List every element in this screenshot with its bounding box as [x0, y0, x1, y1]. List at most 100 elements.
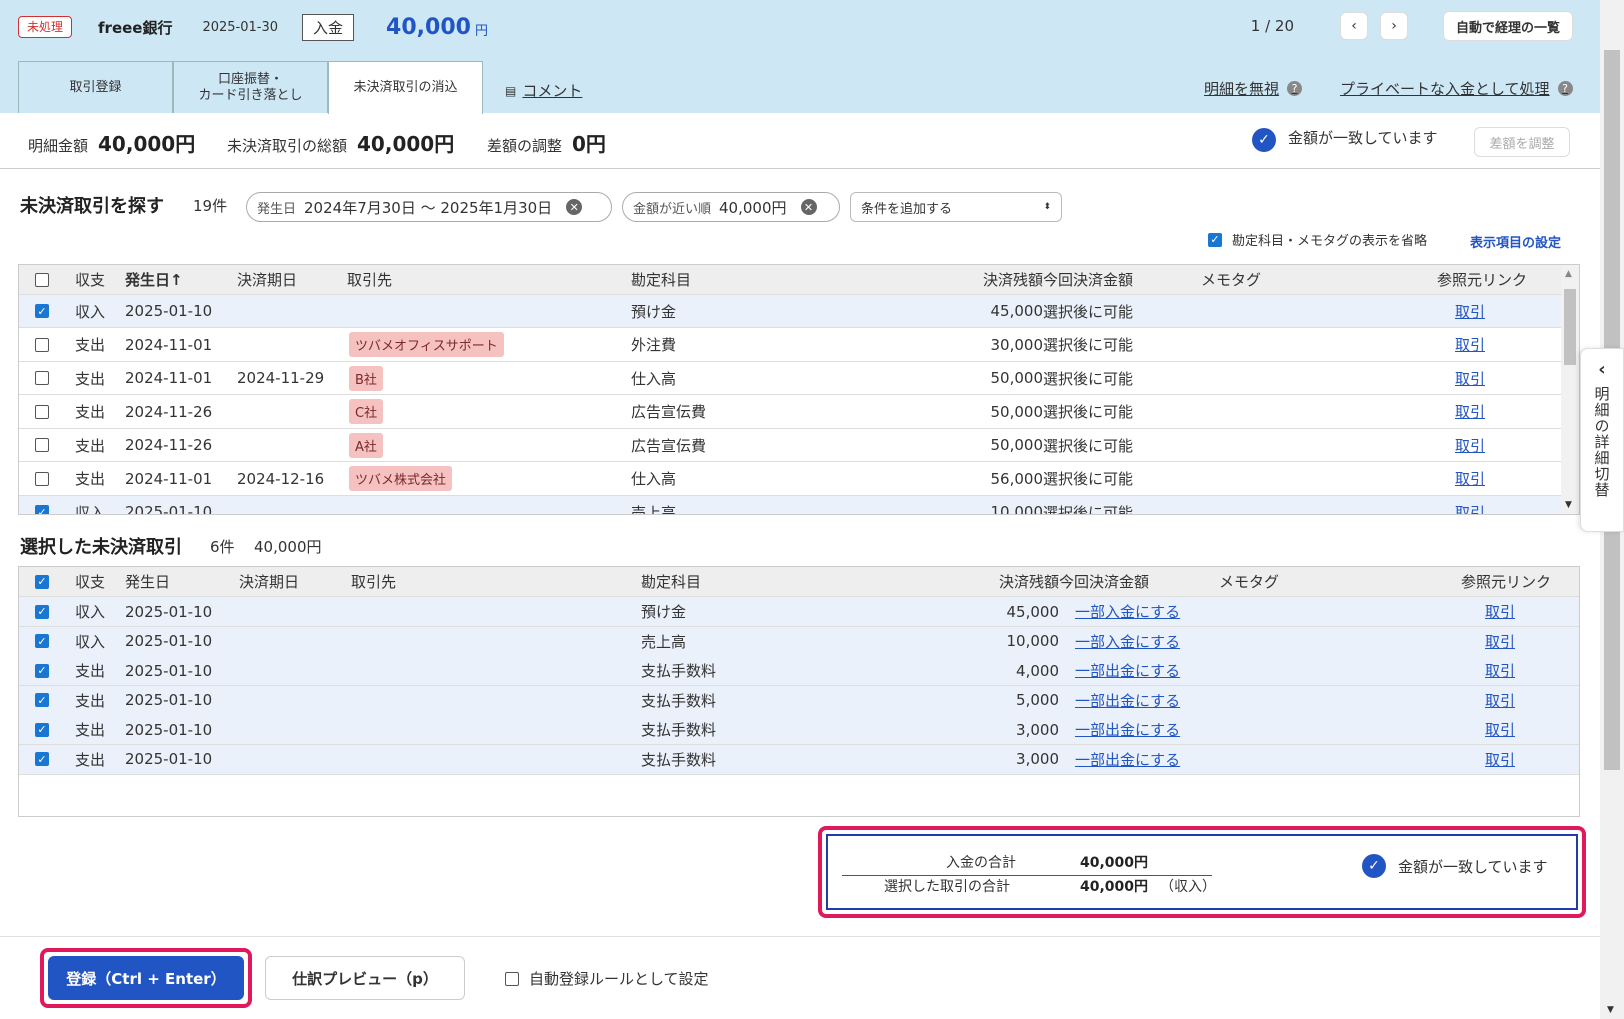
reference-link[interactable]: 取引 — [1485, 749, 1515, 770]
reference-link[interactable]: 取引 — [1455, 368, 1485, 389]
add-condition-select[interactable]: 条件を追加する ⬍ — [850, 192, 1062, 222]
journal-preview-button[interactable]: 仕訳プレビュー（p） — [265, 956, 465, 1000]
checkbox-checked[interactable]: ✓ — [1208, 232, 1222, 247]
checkbox-checked[interactable]: ✓ — [35, 663, 49, 678]
row-checkbox[interactable]: ✓ — [35, 715, 49, 744]
close-icon[interactable]: ✕ — [566, 199, 583, 215]
reference-link[interactable]: 取引 — [1455, 468, 1485, 489]
table-row[interactable]: ✓ 支出 2025-01-10 支払手数料 3,000 一部出金にする 取引 — [19, 715, 1579, 745]
partial-payment-link[interactable]: 一部入金にする — [1075, 631, 1180, 652]
checkbox-checked[interactable]: ✓ — [35, 693, 49, 707]
reference-link[interactable]: 取引 — [1485, 601, 1515, 622]
row-account: 支払手数料 — [641, 662, 717, 680]
table-row[interactable]: 支出 2024-11-01 2024-12-16 ツバメ株式会社 仕入高 56,000 選択… — [19, 463, 1563, 496]
auto-list-button[interactable]: 自動で経理の一覧 — [1442, 11, 1573, 41]
private-link[interactable]: プライベートな入金として処理 ? — [1340, 78, 1573, 99]
partial-payment-link[interactable]: 一部出金にする — [1075, 749, 1180, 770]
table-row[interactable]: ✓ 支出 2025-01-10 支払手数料 5,000 一部出金にする 取引 — [19, 685, 1579, 716]
tab-reconcile[interactable]: 未決済取引の消込 — [328, 61, 483, 114]
row-checkbox[interactable]: ✓ — [35, 496, 49, 514]
table-row[interactable]: ✓ 収入 2025-01-10 預け金 45,000 一部入金にする 取引 — [19, 597, 1579, 627]
partial-payment-link[interactable]: 一部出金にする — [1075, 660, 1180, 681]
table-row[interactable]: 支出 2024-11-26 C社 広告宣伝費 50,000 選択後に可能 取引 — [19, 396, 1563, 429]
checkbox-unchecked[interactable] — [35, 404, 49, 419]
partial-payment-link[interactable]: 一部出金にする — [1075, 690, 1180, 711]
table-row[interactable]: ✓ 支出 2025-01-10 支払手数料 4,000 一部出金にする 取引 — [19, 656, 1579, 686]
comment-link[interactable]: ▤ コメント — [505, 80, 582, 101]
reference-link[interactable]: 取引 — [1455, 401, 1485, 422]
select-all-checkbox[interactable]: ✓ — [35, 567, 49, 596]
scroll-thumb[interactable] — [1564, 289, 1576, 365]
checkbox-unchecked[interactable] — [35, 371, 49, 385]
table-row[interactable]: ✓ 収入 2025-01-10 売上高 10,000 選択後に可能 取引 — [19, 496, 1563, 515]
scroll-down-icon[interactable]: ▼ — [1565, 500, 1572, 510]
row-checkbox[interactable] — [35, 329, 49, 361]
close-icon[interactable]: ✕ — [800, 199, 817, 215]
scroll-down-icon[interactable]: ▼ — [1607, 1005, 1614, 1015]
table-row[interactable]: ✓ 収入 2025-01-10 預け金 45,000 選択後に可能 取引 — [19, 295, 1563, 328]
row-checkbox[interactable] — [35, 429, 49, 461]
adjust-button[interactable]: 差額を調整 — [1474, 127, 1570, 157]
table-scrollbar[interactable]: ▲ ▼ — [1561, 265, 1579, 514]
checkbox-checked[interactable]: ✓ — [35, 752, 49, 766]
checkbox-checked[interactable]: ✓ — [35, 634, 49, 648]
reference-link[interactable]: 取引 — [1485, 631, 1515, 652]
header-due[interactable]: 決済期日 — [237, 265, 297, 294]
register-button[interactable]: 登録（Ctrl + Enter） — [48, 956, 244, 1000]
table-row[interactable]: 支出 2024-11-01 2024-11-29 B社 仕入高 50,000 選択後に可能 取… — [19, 362, 1563, 395]
checkbox-checked[interactable]: ✓ — [35, 304, 49, 318]
amount-filter-chip[interactable]: 金額が近い順 40,000円 ✕ — [622, 192, 840, 222]
reference-link[interactable]: 取引 — [1485, 690, 1515, 711]
reference-link[interactable]: 取引 — [1455, 334, 1485, 355]
partial-payment-link[interactable]: 一部入金にする — [1075, 601, 1180, 622]
column-settings-link[interactable]: 表示項目の設定 — [1470, 232, 1561, 251]
tab-register[interactable]: 取引登録 — [18, 61, 173, 113]
row-checkbox[interactable]: ✓ — [35, 686, 49, 715]
table-row[interactable]: ✓ 収入 2025-01-10 売上高 10,000 一部入金にする 取引 — [19, 626, 1579, 657]
select-all-checkbox[interactable] — [35, 265, 49, 294]
table-row[interactable]: 支出 2024-11-26 A社 広告宣伝費 50,000 選択後に可能 取引 — [19, 429, 1563, 462]
detail-toggle-tab[interactable]: ‹ 明細の詳細切替 — [1580, 348, 1624, 532]
header-date[interactable]: 発生日↑ — [125, 265, 183, 294]
reference-link[interactable]: 取引 — [1485, 660, 1515, 681]
checkbox-unchecked[interactable] — [35, 438, 49, 452]
checkbox-checked[interactable]: ✓ — [35, 604, 49, 619]
row-checkbox[interactable]: ✓ — [35, 656, 49, 685]
scroll-up-icon[interactable]: ▲ — [1565, 269, 1572, 279]
checkbox-unchecked[interactable] — [35, 337, 49, 352]
partial-payment-link[interactable]: 一部出金にする — [1075, 719, 1180, 740]
checkbox-unchecked[interactable] — [505, 971, 519, 986]
row-checkbox[interactable] — [35, 396, 49, 428]
row-checkbox[interactable]: ✓ — [35, 597, 49, 626]
help-icon[interactable]: ? — [1287, 81, 1303, 96]
prev-button[interactable]: ‹ — [1340, 12, 1368, 40]
row-action-cell: 一部出金にする — [1075, 686, 1180, 715]
checkbox-checked[interactable]: ✓ — [35, 505, 49, 514]
table-row[interactable]: ✓ 支出 2025-01-10 支払手数料 3,000 一部出金にする 取引 — [19, 744, 1579, 775]
row-checkbox[interactable]: ✓ — [35, 745, 49, 774]
help-icon[interactable]: ? — [1557, 81, 1573, 96]
reference-link[interactable]: 取引 — [1485, 719, 1515, 740]
row-date: 2025-01-10 — [125, 302, 213, 320]
header-account[interactable]: 勘定科目 — [631, 265, 691, 294]
header-balance[interactable]: 決済残額 — [919, 265, 1043, 294]
reference-link[interactable]: 取引 — [1455, 301, 1485, 322]
ignore-link[interactable]: 明細を無視 ? — [1204, 78, 1303, 99]
header-type[interactable]: 収支 — [75, 265, 105, 294]
reference-link[interactable]: 取引 — [1455, 435, 1485, 456]
table-row[interactable]: 支出 2024-11-01 ツバメオフィスサポート 外注費 30,000 選択後に可能 取引 — [19, 329, 1563, 362]
tab-transfer[interactable]: 口座振替・ カード引き落とし — [173, 61, 328, 113]
row-checkbox[interactable]: ✓ — [35, 627, 49, 656]
date-filter-chip[interactable]: 発生日 2024年7月30日 〜 2025年1月30日 ✕ — [246, 192, 612, 222]
checkbox-unchecked[interactable] — [35, 471, 49, 486]
row-checkbox[interactable]: ✓ — [35, 295, 49, 327]
checkbox-checked[interactable]: ✓ — [35, 722, 49, 737]
match-text: 金額が一致しています — [1398, 857, 1548, 876]
header-partner[interactable]: 取引先 — [347, 265, 392, 294]
reference-link[interactable]: 取引 — [1455, 502, 1485, 515]
row-checkbox[interactable] — [35, 362, 49, 394]
next-button[interactable]: › — [1380, 12, 1408, 40]
omit-option[interactable]: ✓ 勘定科目・メモタグの表示を省略 — [1208, 230, 1427, 249]
auto-rule-option[interactable]: 自動登録ルールとして設定 — [505, 968, 709, 989]
row-checkbox[interactable] — [35, 463, 49, 495]
